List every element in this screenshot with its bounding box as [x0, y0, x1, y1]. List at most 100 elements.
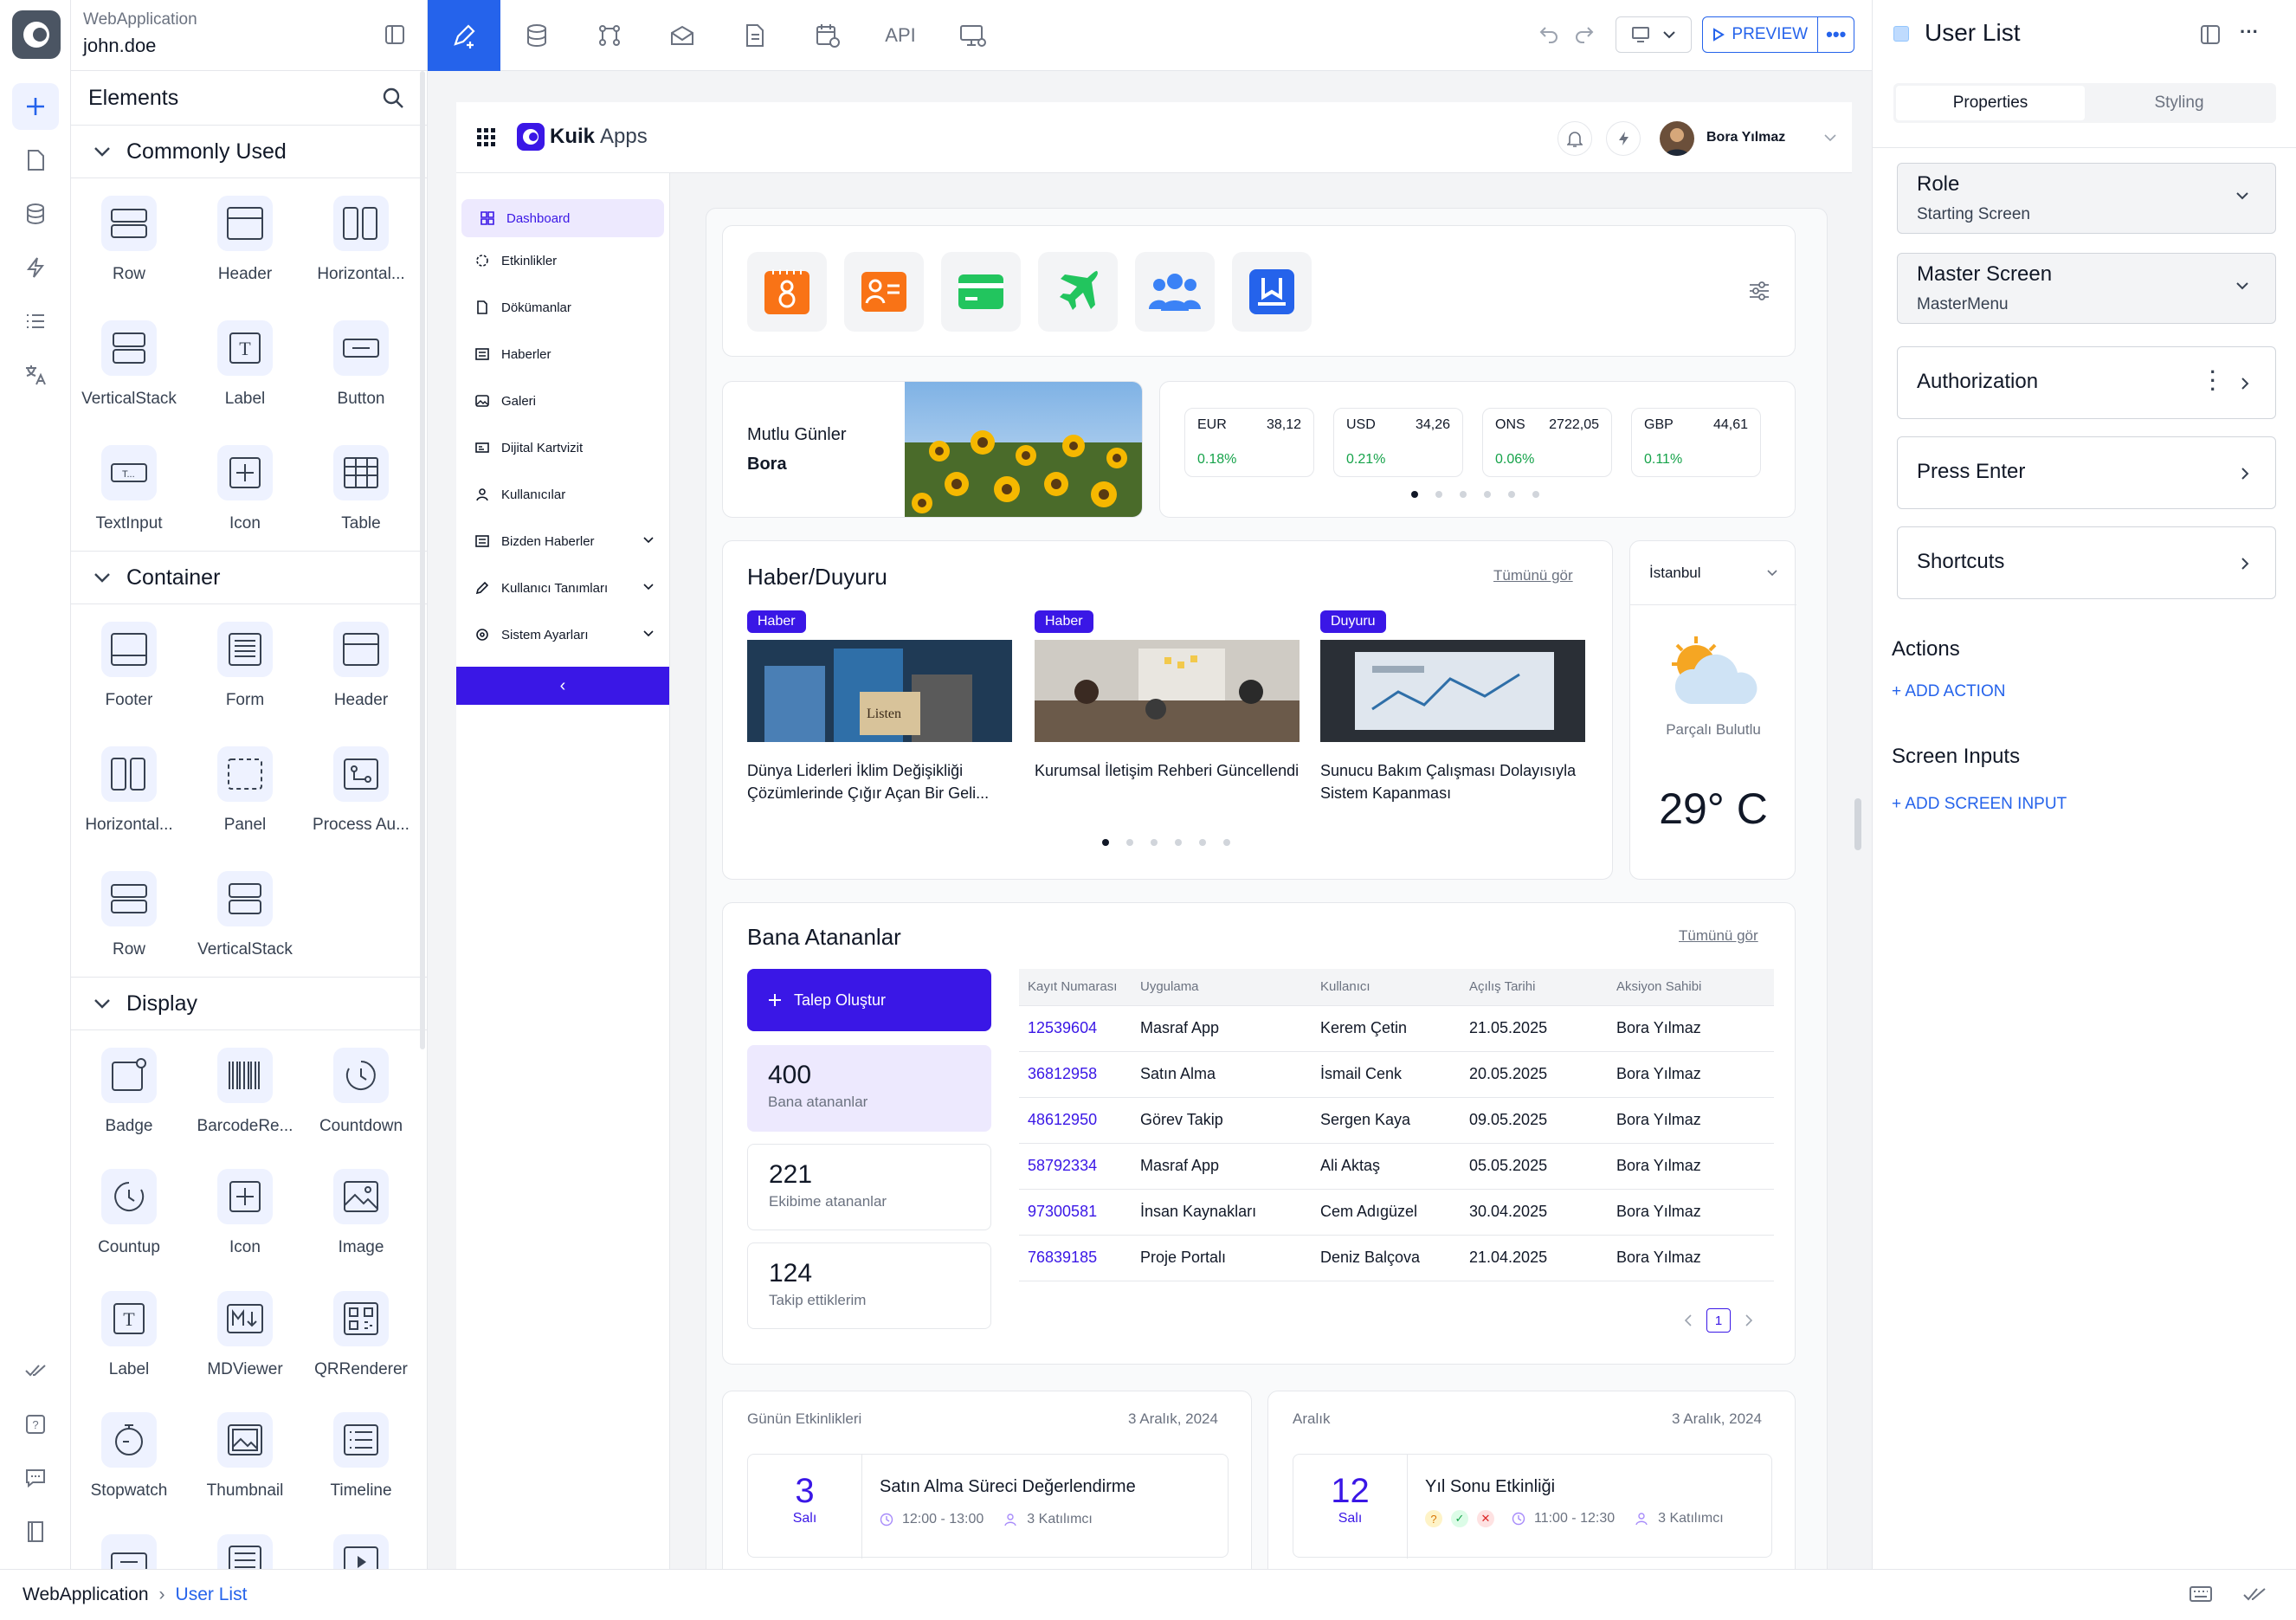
more-icon[interactable]: •••	[1817, 17, 1854, 52]
translate-icon[interactable]	[12, 352, 59, 398]
app-team-icon[interactable]	[1135, 252, 1215, 332]
search-icon[interactable]	[382, 87, 404, 109]
undo-icon[interactable]	[1538, 24, 1559, 43]
add-action-button[interactable]: + ADD ACTION	[1892, 682, 2005, 701]
panel-layout-icon[interactable]	[2200, 24, 2221, 45]
redo-icon[interactable]	[1574, 24, 1595, 43]
element-mdviewer[interactable]: MDViewer	[187, 1290, 303, 1391]
preview-button[interactable]: PREVIEW	[1703, 17, 1817, 52]
flash-icon[interactable]	[1606, 121, 1641, 156]
create-request-button[interactable]: Talep Oluştur	[747, 969, 991, 1031]
nav-dijital-kartvizit[interactable]: Dijital Kartvizit	[456, 424, 669, 471]
rsvp-maybe-icon[interactable]: ?	[1425, 1510, 1442, 1527]
breadcrumb-root[interactable]: WebApplication	[23, 1585, 149, 1605]
currency-eur[interactable]: EUR 38,12 0.18%	[1184, 408, 1314, 477]
tab-styling[interactable]: Styling	[2085, 86, 2273, 120]
section-display[interactable]: Display	[71, 977, 427, 1030]
chat-icon[interactable]	[12, 1455, 59, 1501]
element-badge[interactable]: Badge	[71, 1048, 187, 1148]
element-thumbnail[interactable]: Thumbnail	[187, 1412, 303, 1513]
chevron-left-icon[interactable]	[1684, 1314, 1693, 1326]
currency-usd[interactable]: USD 34,26 0.21%	[1333, 408, 1463, 477]
resize-handle[interactable]	[1854, 798, 1861, 850]
element-header[interactable]: Header	[303, 622, 419, 722]
page-number[interactable]: 1	[1706, 1308, 1731, 1333]
table-row[interactable]: 97300581 İnsan Kaynakları Cem Adıgüzel 30.0…	[1019, 1188, 1774, 1235]
element-horizontal[interactable]: Horizontal...	[71, 746, 187, 847]
table-row[interactable]: 48612950 Görev Takip Sergen Kaya 09.05.2025…	[1019, 1096, 1774, 1143]
element-label[interactable]: T Label	[187, 320, 303, 421]
nav-etkinlikler[interactable]: Etkinlikler	[456, 237, 669, 284]
element-image[interactable]: Image	[303, 1169, 419, 1269]
table-row[interactable]: 36812958 Satın Alma İsmail Cenk 20.05.2025 B…	[1019, 1050, 1774, 1097]
element-row[interactable]: Row	[71, 196, 187, 296]
sidebar-collapse-button[interactable]: ‹	[456, 667, 669, 705]
page-icon[interactable]	[12, 137, 59, 184]
elements-scrollbar[interactable]	[420, 71, 425, 1049]
news-item[interactable]: Haber Kurumsal İletişim Rehberi Güncelle…	[1035, 610, 1300, 782]
currency-ons[interactable]: ONS 2722,05 0.06%	[1482, 408, 1612, 477]
app-payment-card-icon[interactable]	[941, 252, 1021, 332]
panel-toggle-icon[interactable]	[384, 24, 405, 45]
tab-properties[interactable]: Properties	[1896, 86, 2085, 120]
keyboard-icon[interactable]	[2189, 1585, 2213, 1604]
api-button[interactable]: API	[864, 0, 937, 71]
help-icon[interactable]: ?	[12, 1401, 59, 1448]
news-carousel-dots[interactable]	[1102, 839, 1230, 846]
schedule-icon[interactable]	[791, 0, 864, 71]
check-all-icon[interactable]	[2242, 1585, 2267, 1604]
more-options-icon[interactable]: ···	[2240, 21, 2259, 43]
news-item[interactable]: Haber Listen Dünya Liderleri İklim Değiş…	[747, 610, 1012, 804]
assigned-see-all-link[interactable]: Tümünü gör	[1679, 927, 1758, 945]
app-travel-plane-icon[interactable]	[1038, 252, 1118, 332]
element-barcode-reader[interactable]: BarcodeRe...	[187, 1048, 303, 1148]
authorization-row[interactable]: Authorization · · ·	[1897, 346, 2276, 419]
table-row[interactable]: 76839185 Proje Portalı Deniz Balçova 21.04.…	[1019, 1234, 1774, 1281]
nav-kullanicilar[interactable]: Kullanıcılar	[456, 471, 669, 518]
nav-bizden-haberler[interactable]: Bizden Haberler	[456, 518, 669, 565]
check-all-icon[interactable]	[12, 1347, 59, 1394]
nav-kullanici-tanimlari[interactable]: Kullanıcı Tanımları	[456, 565, 669, 611]
monitor-settings-icon[interactable]	[937, 0, 1009, 71]
element-label[interactable]: T Label	[71, 1290, 187, 1391]
element-countdown[interactable]: Countdown	[303, 1048, 419, 1148]
bolt-icon[interactable]	[12, 244, 59, 291]
element-countup[interactable]: Countup	[71, 1169, 187, 1269]
news-item[interactable]: Duyuru Sunucu Bakım Çalışması Dolayısıyl…	[1320, 610, 1585, 804]
element-horizontal[interactable]: Horizontal...	[303, 196, 419, 296]
rsvp-no-icon[interactable]: ✕	[1477, 1510, 1494, 1527]
element-more-1[interactable]	[71, 1533, 187, 1569]
flow-icon[interactable]	[573, 0, 646, 71]
nav-galeri[interactable]: Galeri	[456, 378, 669, 424]
stat-assigned-team[interactable]: 221 Ekibime atananlar	[747, 1144, 991, 1230]
element-row[interactable]: Row	[71, 871, 187, 971]
element-more-3[interactable]	[303, 1533, 419, 1569]
element-verticalstack[interactable]: VerticalStack	[187, 871, 303, 971]
currency-gbp[interactable]: GBP 44,61 0.11%	[1631, 408, 1761, 477]
element-panel[interactable]: Panel	[187, 746, 303, 847]
press-enter-row[interactable]: Press Enter	[1897, 436, 2276, 509]
design-icon[interactable]	[428, 0, 500, 71]
rsvp-yes-icon[interactable]: ✓	[1451, 1510, 1468, 1527]
element-stopwatch[interactable]: Stopwatch	[71, 1412, 187, 1513]
app-calendar-icon[interactable]	[747, 252, 827, 332]
element-footer[interactable]: Footer	[71, 622, 187, 722]
database-icon[interactable]	[500, 0, 573, 71]
grid-menu-icon[interactable]	[477, 128, 496, 147]
app-profile-card-icon[interactable]	[844, 252, 924, 332]
role-select[interactable]: Role Starting Screen	[1897, 163, 2276, 234]
element-header[interactable]: Header	[187, 196, 303, 296]
add-screen-input-button[interactable]: + ADD SCREEN INPUT	[1892, 795, 2067, 814]
stat-followed[interactable]: 124 Takip ettiklerim	[747, 1242, 991, 1329]
device-select[interactable]	[1616, 16, 1692, 53]
book-icon[interactable]	[12, 1508, 59, 1555]
table-row[interactable]: 58792334 Masraf App Ali Aktaş 05.05.2025 Bor…	[1019, 1142, 1774, 1189]
element-form[interactable]: Form	[187, 622, 303, 722]
element-button[interactable]: Button	[303, 320, 419, 421]
document-icon[interactable]	[719, 0, 791, 71]
chevron-right-icon[interactable]	[1745, 1314, 1753, 1326]
element-more-2[interactable]	[187, 1533, 303, 1569]
element-verticalstack[interactable]: VerticalStack	[71, 320, 187, 421]
stat-assigned-me[interactable]: 400 Bana atananlar	[747, 1045, 991, 1132]
chevron-down-icon[interactable]	[1824, 133, 1836, 142]
